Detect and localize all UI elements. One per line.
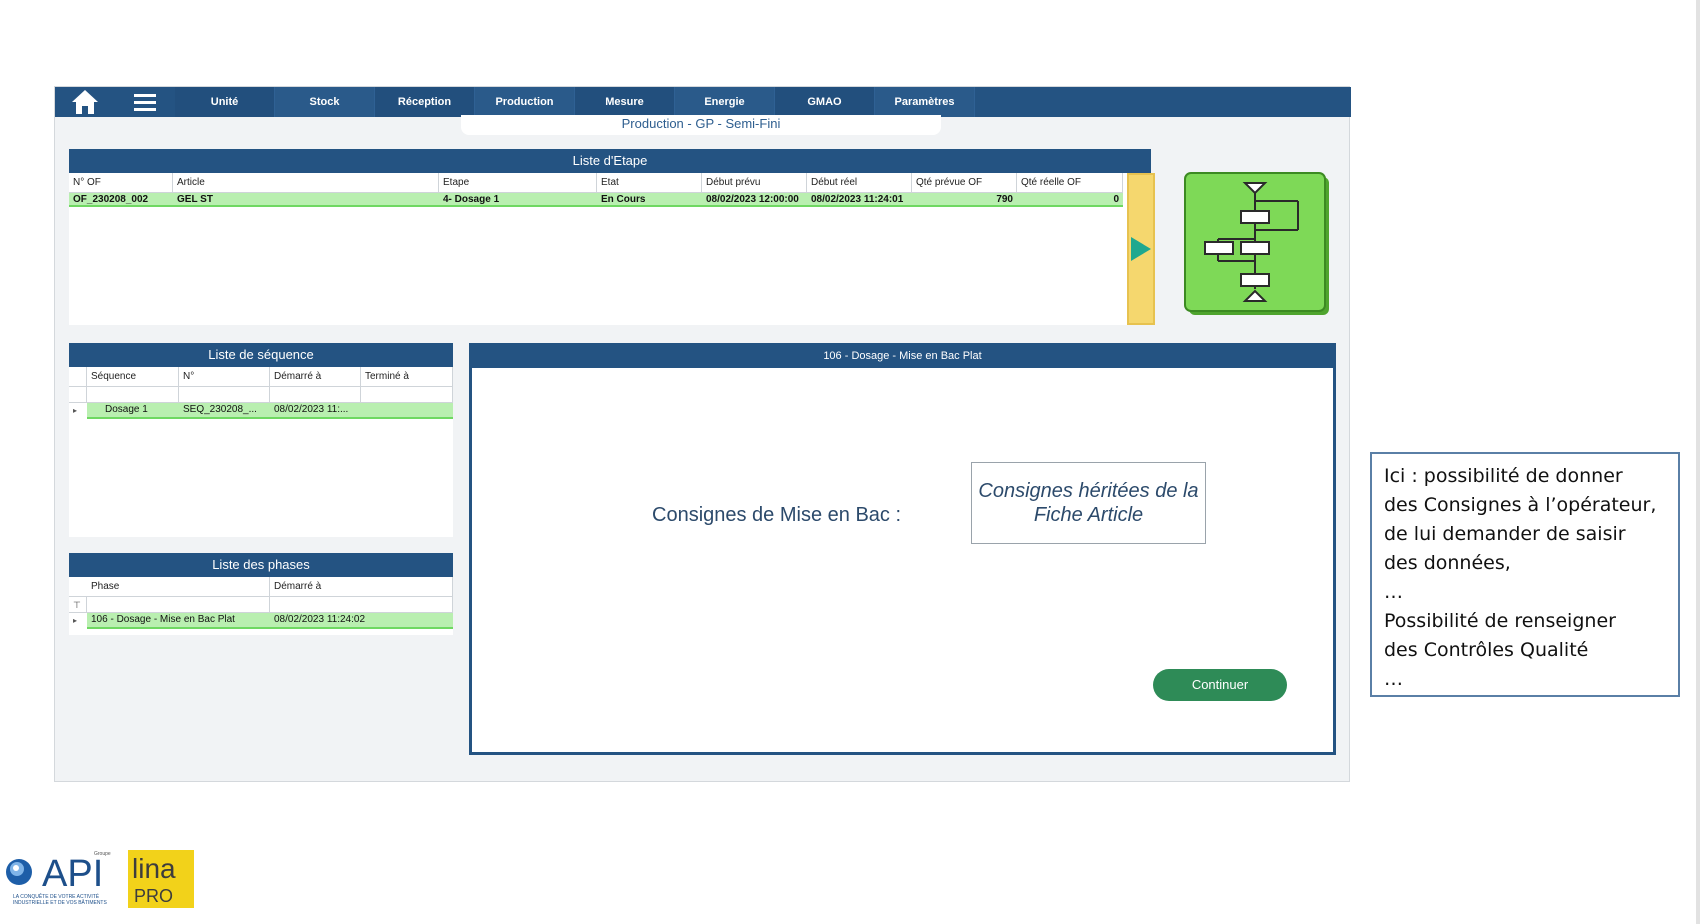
callout-line: …	[1384, 668, 1403, 690]
cell-phase: 106 - Dosage - Mise en Bac Plat	[87, 613, 270, 629]
cell-etat: En Cours	[601, 194, 646, 205]
api-logo: Groupe API LA CONQUÊTE DE VOTRE ACTIVITÉ…	[6, 851, 111, 906]
cell-numero: SEQ_230208_...	[179, 403, 270, 419]
cell-etape: 4- Dosage 1	[443, 194, 500, 205]
callout-line: Possibilité de renseigner	[1384, 610, 1616, 632]
column-header-numero[interactable]: N°	[179, 367, 270, 386]
cell-demarre: 08/02/2023 11:...	[270, 403, 361, 419]
column-header-debut-prevu[interactable]: Début prévu	[702, 173, 807, 192]
callout-line: des Contrôles Qualité	[1384, 639, 1589, 661]
play-arrow-icon	[1131, 237, 1151, 261]
column-header-demarre[interactable]: Démarré à	[270, 367, 361, 386]
cell-of: OF_230208_002	[73, 194, 149, 205]
nav-tab-stock[interactable]: Stock	[275, 87, 375, 117]
nav-tab-reception[interactable]: Réception	[375, 87, 475, 117]
etape-list-panel: Liste d'Etape N° OF Article Etape Etat D…	[69, 149, 1155, 325]
callout-line: des données,	[1384, 552, 1511, 574]
expand-phase-icon[interactable]: ▸	[69, 613, 87, 629]
consignes-label: Consignes de Mise en Bac :	[652, 504, 902, 526]
flowchart-icon[interactable]	[1183, 171, 1331, 317]
etape-panel-title: Liste d'Etape	[69, 149, 1151, 173]
phases-list-panel: Liste des phases Phase Démarré à ⊤ ▸ 106…	[69, 553, 453, 635]
column-header-of[interactable]: N° OF	[69, 173, 173, 192]
column-header-debut-reel[interactable]: Début réel	[807, 173, 912, 192]
column-header-qte-prevue[interactable]: Qté prévue OF	[912, 173, 1017, 192]
top-navigation: Unité Stock Réception Production Mesure …	[55, 87, 1351, 117]
annotation-callout: Ici : possibilité de donner des Consigne…	[1370, 452, 1680, 697]
phases-grid-header: Phase Démarré à	[69, 577, 453, 597]
column-header-article[interactable]: Article	[173, 173, 439, 192]
svg-text:LA CONQUÊTE DE VOTRE ACTIVITÉ: LA CONQUÊTE DE VOTRE ACTIVITÉ	[13, 892, 100, 900]
callout-line: …	[1384, 581, 1403, 603]
page-edge-divider	[1696, 0, 1700, 924]
lina-pro-logo: lina PRO	[128, 850, 194, 908]
menu-button[interactable]	[115, 87, 175, 117]
svg-text:INDUSTRIELLE ET DE VOS BÂTIMEN: INDUSTRIELLE ET DE VOS BÂTIMENTS	[13, 899, 107, 906]
column-header-phase-demarre[interactable]: Démarré à	[270, 577, 453, 596]
cell-debut-prevu: 08/02/2023 12:00:00	[706, 194, 799, 205]
filter-icon[interactable]: ⊤	[69, 597, 87, 612]
nav-tab-gmao[interactable]: GMAO	[775, 87, 875, 117]
phases-filter-row[interactable]: ⊤	[69, 597, 453, 613]
nav-tab-parametres[interactable]: Paramètres	[875, 87, 975, 117]
column-header-etat[interactable]: Etat	[597, 173, 702, 192]
column-header-qte-reelle[interactable]: Qté réelle OF	[1017, 173, 1123, 192]
cell-sequence: Dosage 1	[87, 403, 179, 419]
svg-text:PRO: PRO	[134, 886, 173, 906]
brand-logos: Groupe API LA CONQUÊTE DE VOTRE ACTIVITÉ…	[4, 848, 204, 920]
row-indicator-header	[69, 367, 87, 386]
sequence-panel-title: Liste de séquence	[69, 343, 453, 367]
nav-tab-production[interactable]: Production	[475, 87, 575, 117]
callout-line: des Consignes à l’opérateur,	[1384, 494, 1657, 516]
svg-text:API: API	[42, 853, 103, 895]
sequence-filter-row[interactable]	[69, 387, 453, 403]
sequence-list-panel: Liste de séquence Séquence N° Démarré à …	[69, 343, 453, 537]
home-button[interactable]	[55, 87, 115, 117]
app-window: Unité Stock Réception Production Mesure …	[54, 86, 1351, 782]
column-header-etape[interactable]: Etape	[439, 173, 597, 192]
callout-line: de lui demander de saisir	[1384, 523, 1626, 545]
nav-tab-unite[interactable]: Unité	[175, 87, 275, 117]
nav-tab-energie[interactable]: Energie	[675, 87, 775, 117]
svg-text:lina: lina	[132, 853, 176, 884]
step-detail-panel: 106 - Dosage - Mise en Bac Plat Consigne…	[469, 343, 1336, 755]
home-icon	[72, 90, 98, 114]
breadcrumb: Production - GP - Semi-Fini	[461, 115, 941, 135]
screenshot-stage: Unité Stock Réception Production Mesure …	[0, 0, 1700, 924]
cell-qte-reelle: 0	[1113, 194, 1119, 205]
next-step-button[interactable]	[1127, 173, 1155, 325]
nav-tab-mesure[interactable]: Mesure	[575, 87, 675, 117]
continue-button[interactable]: Continuer	[1153, 669, 1287, 701]
step-panel-title: 106 - Dosage - Mise en Bac Plat	[472, 346, 1333, 368]
phases-panel-title: Liste des phases	[69, 553, 453, 577]
hamburger-menu-icon	[134, 94, 156, 111]
sequence-row[interactable]: ▸ Dosage 1 SEQ_230208_... 08/02/2023 11:…	[69, 403, 453, 419]
etape-row[interactable]: OF_230208_002 GEL ST 4- Dosage 1 En Cour…	[69, 193, 1123, 207]
sequence-grid-header: Séquence N° Démarré à Terminé à	[69, 367, 453, 387]
etape-grid-header: N° OF Article Etape Etat Début prévu Déb…	[69, 173, 1123, 193]
column-header-termine[interactable]: Terminé à	[361, 367, 453, 386]
column-header-sequence[interactable]: Séquence	[87, 367, 179, 386]
cell-qte-prevue: 790	[996, 194, 1013, 205]
expand-row-icon[interactable]: ▸	[69, 403, 87, 419]
phase-row[interactable]: ▸ 106 - Dosage - Mise en Bac Plat 08/02/…	[69, 613, 453, 629]
callout-line: Ici : possibilité de donner	[1384, 465, 1623, 487]
cell-termine	[361, 403, 453, 419]
consignes-text-box: Consignes héritées de la Fiche Article	[971, 462, 1206, 544]
column-header-phase[interactable]: Phase	[69, 577, 270, 596]
cell-phase-demarre: 08/02/2023 11:24:02	[270, 613, 453, 629]
cell-debut-reel: 08/02/2023 11:24:01	[811, 194, 904, 205]
etape-grid: N° OF Article Etape Etat Début prévu Déb…	[69, 173, 1123, 207]
cell-article: GEL ST	[177, 194, 213, 205]
